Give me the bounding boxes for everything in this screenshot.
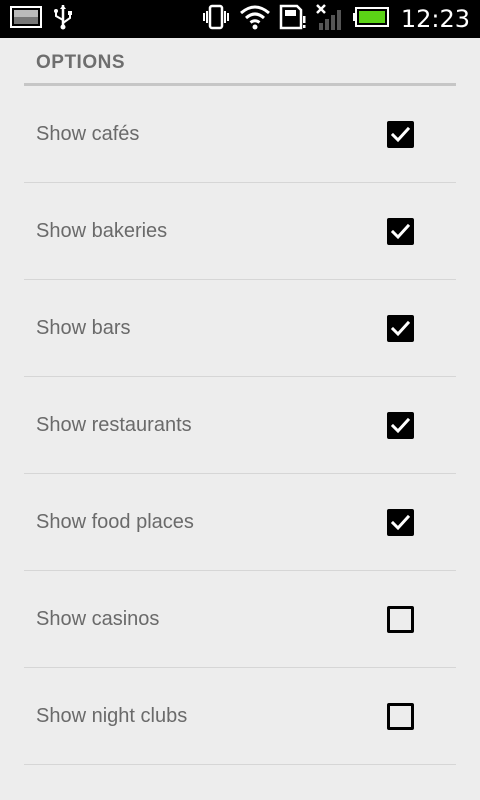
checkmark-icon (391, 126, 410, 142)
option-row-bars[interactable]: Show bars (24, 280, 456, 377)
checkmark-icon (391, 514, 410, 530)
checkmark-icon (391, 417, 410, 433)
checkmark-icon (391, 320, 410, 336)
checkbox-unchecked[interactable] (387, 702, 414, 730)
options-header-title: OPTIONS (36, 51, 126, 73)
checkmark-icon (391, 223, 410, 239)
image-notification-icon (10, 5, 42, 33)
option-label: Show night clubs (36, 704, 188, 727)
vibrate-icon (201, 4, 231, 35)
options-header: OPTIONS (24, 38, 456, 86)
option-row-casinos[interactable]: Show casinos (24, 571, 456, 668)
battery-icon (352, 6, 389, 32)
option-label: Show bakeries (36, 219, 168, 242)
option-label: Show bars (36, 316, 131, 339)
checkbox-checked[interactable] (387, 120, 414, 148)
option-label: Show casinos (36, 607, 160, 630)
sd-card-icon (279, 4, 307, 35)
option-row-cafes[interactable]: Show cafés (24, 86, 456, 183)
checkbox-checked[interactable] (387, 217, 414, 245)
signal-icon (315, 3, 345, 36)
option-label: Show food places (36, 510, 194, 533)
usb-icon (52, 4, 74, 35)
option-label: Show restaurants (36, 413, 192, 436)
option-row-night-clubs[interactable]: Show night clubs (24, 668, 456, 765)
wifi-icon (239, 4, 271, 35)
checkbox-checked[interactable] (387, 411, 414, 439)
checkbox-unchecked[interactable] (387, 605, 414, 633)
option-row-bakeries[interactable]: Show bakeries (24, 183, 456, 280)
checkbox-checked[interactable] (387, 508, 414, 536)
status-time: 12:23 (400, 5, 470, 33)
option-label: Show cafés (36, 122, 140, 145)
options-screen: OPTIONS Show cafés Show bakeries Show ba… (24, 38, 456, 765)
checkbox-checked[interactable] (387, 314, 414, 342)
option-row-food-places[interactable]: Show food places (24, 474, 456, 571)
status-bar: 12:23 (0, 0, 480, 38)
status-bar-right: 12:23 (201, 0, 470, 38)
option-row-restaurants[interactable]: Show restaurants (24, 377, 456, 474)
status-bar-left (10, 0, 74, 38)
